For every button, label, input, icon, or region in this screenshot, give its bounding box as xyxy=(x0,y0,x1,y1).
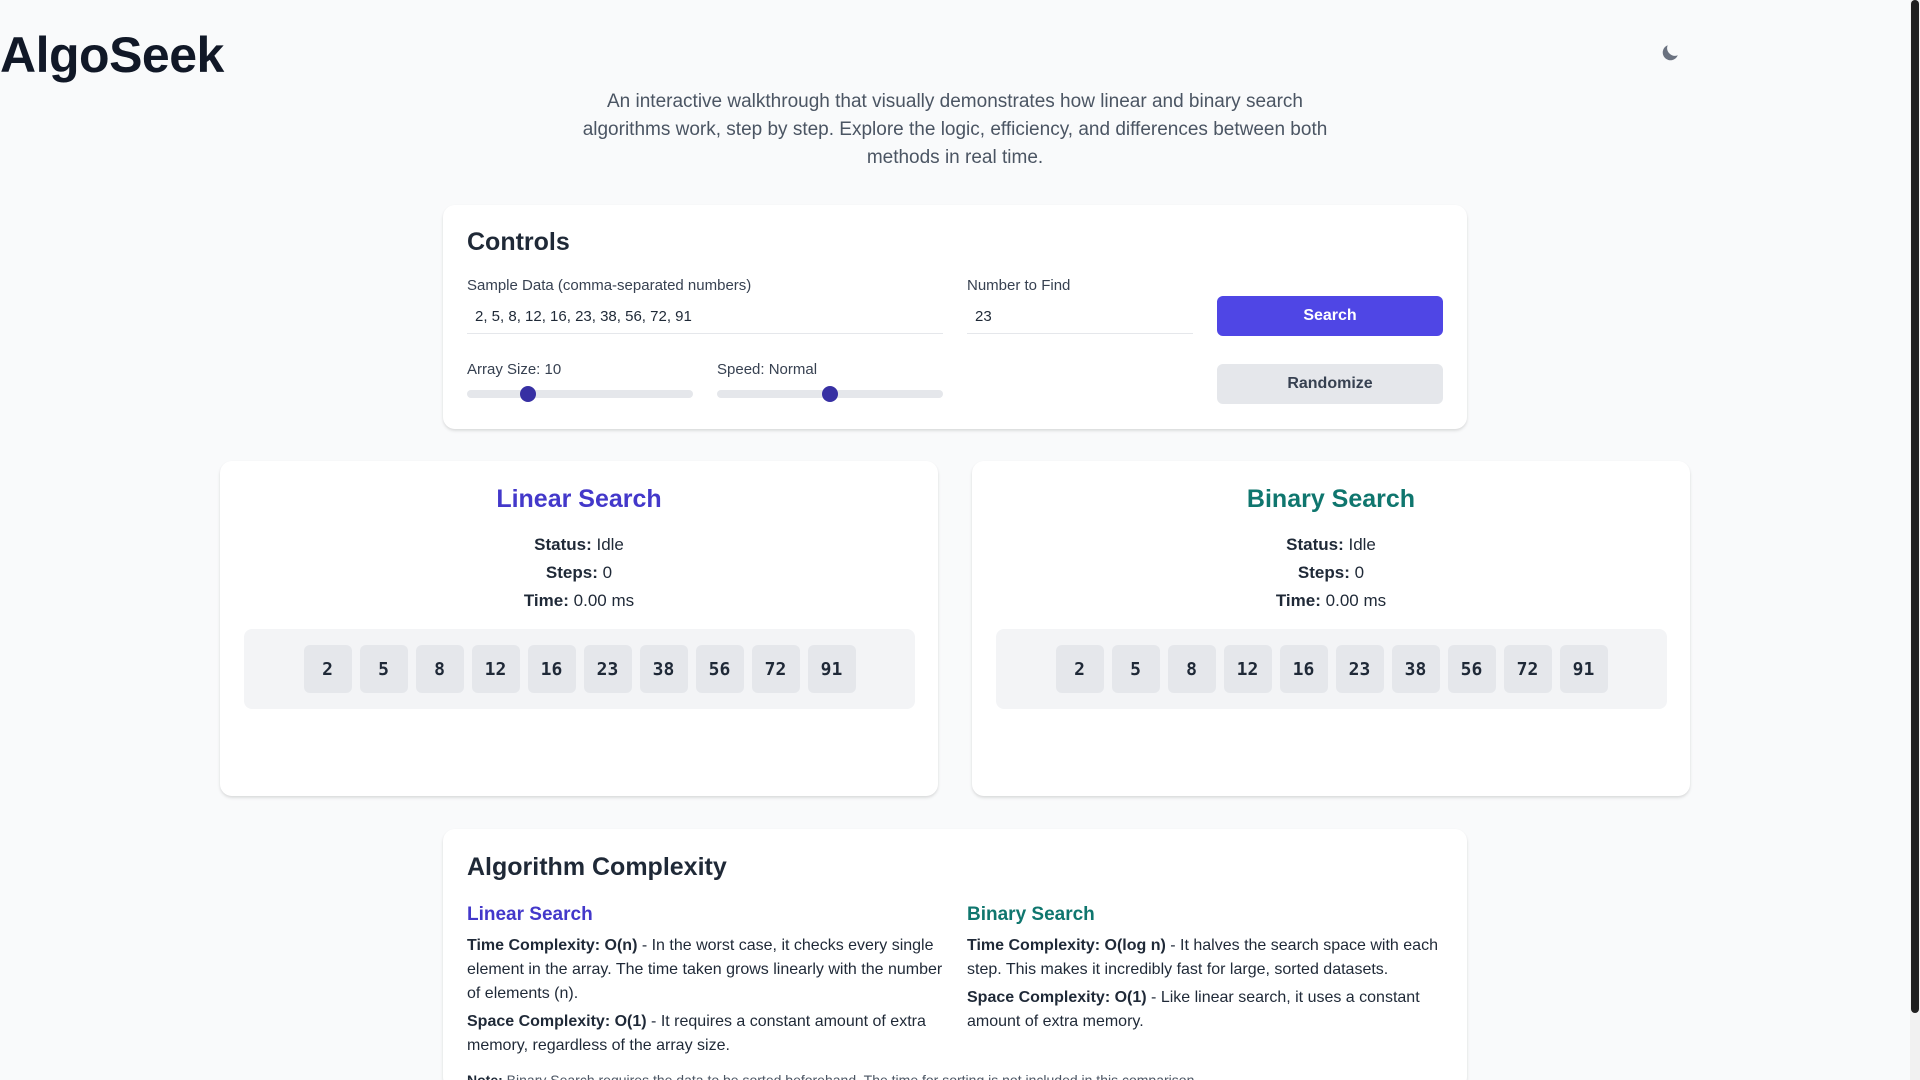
array-cell: 38 xyxy=(639,645,688,693)
number-to-find-label: Number to Find xyxy=(967,277,1071,294)
controls-heading: Controls xyxy=(467,228,570,256)
array-cell: 72 xyxy=(751,645,800,693)
controls-card: Controls Sample Data (comma-separated nu… xyxy=(443,205,1467,429)
speed-label: Speed: Normal xyxy=(717,361,818,378)
binary-complexity-title: Binary Search xyxy=(967,904,1095,925)
theme-toggle-button[interactable] xyxy=(1655,38,1685,68)
array-size-slider[interactable] xyxy=(467,386,693,402)
binary-time-label: Time: xyxy=(1275,591,1321,610)
binary-time-value: 0.00 ms xyxy=(1325,591,1387,610)
page-title: AlgoSeek xyxy=(0,27,224,83)
speed-slider[interactable] xyxy=(717,386,943,402)
array-cell: 56 xyxy=(1447,645,1496,693)
array-cell: 56 xyxy=(695,645,744,693)
array-cell: 91 xyxy=(807,645,856,693)
speed-slider-thumb[interactable] xyxy=(822,386,838,402)
binary-space-complexity: Space Complexity: O(1) - Like linear sea… xyxy=(967,986,1447,1034)
moon-icon xyxy=(1662,45,1678,61)
array-cell: 8 xyxy=(1167,645,1216,693)
binary-steps-label: Steps: xyxy=(1297,563,1350,582)
array-cell: 23 xyxy=(583,645,632,693)
linear-search-title: Linear Search xyxy=(496,485,662,513)
array-cell: 2 xyxy=(303,645,352,693)
linear-search-panel: Linear Search Status: Idle Steps: 0 Time… xyxy=(220,461,938,796)
array-cell: 8 xyxy=(415,645,464,693)
note-label: Note: xyxy=(467,1072,503,1080)
note-text: Binary Search requires the data to be so… xyxy=(502,1072,1199,1080)
linear-time-value: 0.00 ms xyxy=(573,591,635,610)
linear-space-complexity-label: Space Complexity: O(1) xyxy=(467,1013,647,1030)
page-scrollbar[interactable] xyxy=(1910,0,1920,1080)
binary-array: 2 5 8 12 16 23 38 56 72 91 xyxy=(996,629,1667,709)
linear-time-complexity-label: Time Complexity: O(n) xyxy=(467,937,638,954)
binary-space-complexity-label: Space Complexity: O(1) xyxy=(967,989,1147,1006)
binary-time-complexity-label: Time Complexity: O(log n) xyxy=(967,937,1166,954)
binary-search-panel: Binary Search Status: Idle Steps: 0 Time… xyxy=(972,461,1690,796)
array-cell: 23 xyxy=(1335,645,1384,693)
array-cell: 91 xyxy=(1559,645,1608,693)
linear-time-label: Time: xyxy=(523,591,569,610)
linear-status-label: Status: xyxy=(534,535,592,554)
page-subtitle: An interactive walkthrough that visually… xyxy=(582,91,1328,168)
linear-complexity-title: Linear Search xyxy=(467,904,593,925)
linear-complexity: Linear Search Time Complexity: O(n) - In… xyxy=(467,904,947,1062)
linear-status-value: Idle xyxy=(596,535,624,554)
array-size-slider-thumb[interactable] xyxy=(520,386,536,402)
complexity-card: Algorithm Complexity Linear Search Time … xyxy=(443,829,1467,1080)
search-button[interactable]: Search xyxy=(1217,296,1443,336)
complexity-note: Note: Binary Search requires the data to… xyxy=(467,1072,1447,1080)
linear-status: Status: Idle xyxy=(220,535,938,555)
array-cell: 5 xyxy=(1111,645,1160,693)
array-cell: 72 xyxy=(1503,645,1552,693)
array-cell: 38 xyxy=(1391,645,1440,693)
binary-status-value: Idle xyxy=(1348,535,1376,554)
array-cell: 2 xyxy=(1055,645,1104,693)
scrollbar-thumb[interactable] xyxy=(1911,0,1919,1013)
binary-steps-value: 0 xyxy=(1354,563,1365,582)
binary-steps: Steps: 0 xyxy=(972,563,1690,583)
binary-complexity: Binary Search Time Complexity: O(log n) … xyxy=(967,904,1447,1038)
binary-time: Time: 0.00 ms xyxy=(972,591,1690,611)
array-cell: 12 xyxy=(1223,645,1272,693)
array-cell: 16 xyxy=(527,645,576,693)
linear-time: Time: 0.00 ms xyxy=(220,591,938,611)
array-cell: 16 xyxy=(1279,645,1328,693)
array-size-label: Array Size: 10 xyxy=(467,361,562,378)
linear-steps-value: 0 xyxy=(602,563,613,582)
binary-status: Status: Idle xyxy=(972,535,1690,555)
number-to-find-input[interactable] xyxy=(967,300,1193,334)
linear-steps: Steps: 0 xyxy=(220,563,938,583)
sample-data-label: Sample Data (comma-separated numbers) xyxy=(467,277,752,294)
linear-time-complexity: Time Complexity: O(n) - In the worst cas… xyxy=(467,934,947,1006)
array-cell: 5 xyxy=(359,645,408,693)
randomize-button[interactable]: Randomize xyxy=(1217,364,1443,404)
array-cell: 12 xyxy=(471,645,520,693)
binary-status-label: Status: xyxy=(1286,535,1344,554)
linear-steps-label: Steps: xyxy=(545,563,598,582)
linear-space-complexity: Space Complexity: O(1) - It requires a c… xyxy=(467,1010,947,1058)
linear-array: 2 5 8 12 16 23 38 56 72 91 xyxy=(244,629,915,709)
binary-search-title: Binary Search xyxy=(1246,485,1416,513)
complexity-heading: Algorithm Complexity xyxy=(467,853,727,881)
binary-time-complexity: Time Complexity: O(log n) - It halves th… xyxy=(967,934,1447,982)
sample-data-input[interactable] xyxy=(467,300,943,334)
